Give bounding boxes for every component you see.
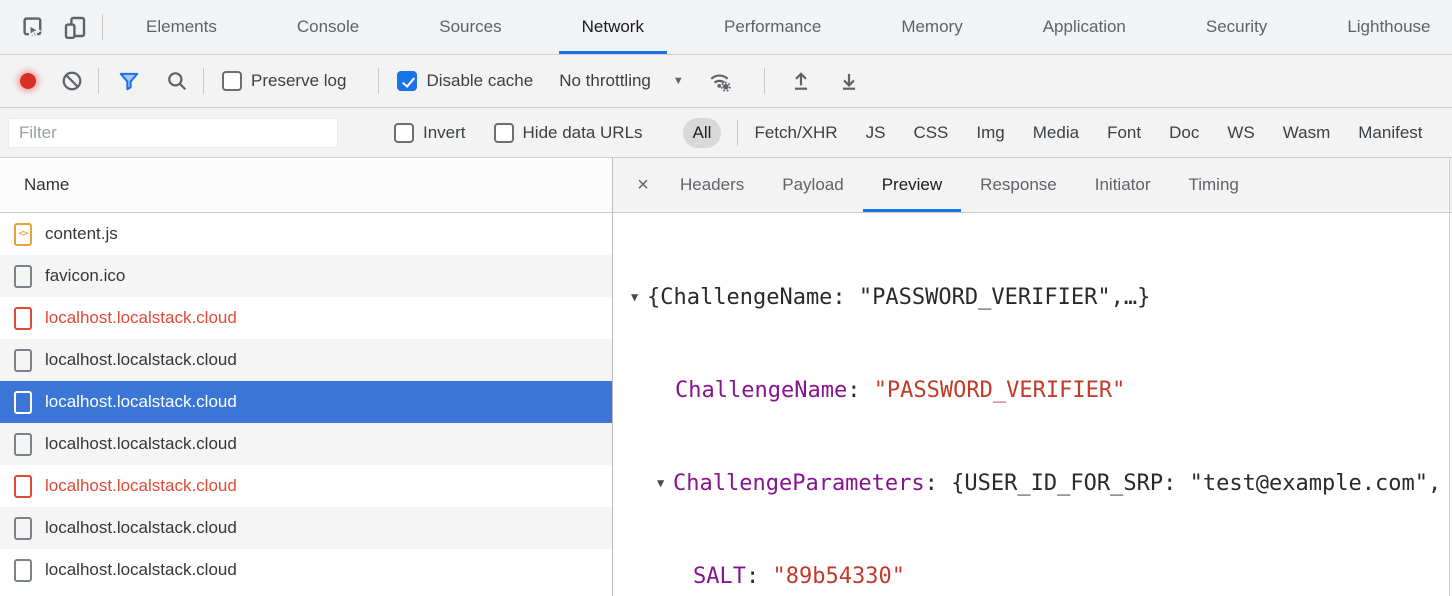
- network-conditions-icon[interactable]: [708, 69, 732, 93]
- close-icon[interactable]: ×: [625, 158, 661, 212]
- request-rows: <> content.js favicon.ico localhost.loca…: [0, 213, 612, 596]
- divider: [378, 68, 379, 94]
- device-toolbar-icon[interactable]: [62, 14, 88, 40]
- name-column-header[interactable]: Name: [0, 158, 612, 213]
- tab-initiator[interactable]: Initiator: [1076, 158, 1170, 212]
- filter-type-manifest[interactable]: Manifest: [1358, 123, 1422, 143]
- filter-type-img[interactable]: Img: [976, 123, 1004, 143]
- document-icon: [14, 433, 32, 456]
- document-icon: [14, 349, 32, 372]
- tab-elements[interactable]: Elements: [123, 0, 240, 54]
- filter-type-js[interactable]: JS: [866, 123, 886, 143]
- divider: [764, 68, 765, 94]
- disable-cache-label: Disable cache: [426, 71, 533, 91]
- filter-type-wasm[interactable]: Wasm: [1283, 123, 1331, 143]
- request-name: localhost.localstack.cloud: [45, 350, 237, 370]
- json-object-line[interactable]: ▼ChallengeParameters: {USER_ID_FOR_SRP: …: [613, 468, 1452, 499]
- json-root-line[interactable]: ▼{ChallengeName: "PASSWORD_VERIFIER",…}: [613, 282, 1452, 313]
- filter-type-font[interactable]: Font: [1107, 123, 1141, 143]
- inspect-element-icon[interactable]: [20, 14, 46, 40]
- request-name: localhost.localstack.cloud: [45, 518, 237, 538]
- document-icon: [14, 517, 32, 540]
- expand-arrow-icon[interactable]: ▼: [657, 468, 673, 499]
- divider: [203, 68, 204, 94]
- request-row[interactable]: localhost.localstack.cloud: [0, 549, 612, 591]
- invert-checkbox[interactable]: [394, 123, 414, 143]
- document-icon: [14, 307, 32, 330]
- document-icon: [14, 559, 32, 582]
- expand-arrow-icon[interactable]: ▼: [631, 282, 647, 313]
- preserve-log-checkbox[interactable]: [222, 71, 242, 91]
- network-main-area: Name <> content.js favicon.ico localhost…: [0, 158, 1452, 596]
- filter-type-doc[interactable]: Doc: [1169, 123, 1199, 143]
- request-name: localhost.localstack.cloud: [45, 434, 237, 454]
- request-name: localhost.localstack.cloud: [45, 476, 237, 496]
- tab-lighthouse[interactable]: Lighthouse: [1324, 0, 1452, 54]
- tab-response[interactable]: Response: [961, 158, 1076, 212]
- request-row-selected[interactable]: localhost.localstack.cloud: [0, 381, 612, 423]
- preview-json-tree: ▼{ChallengeName: "PASSWORD_VERIFIER",…} …: [613, 213, 1452, 596]
- filter-icon[interactable]: [117, 69, 141, 93]
- detail-tabbar: × Headers Payload Preview Response Initi…: [613, 158, 1452, 213]
- search-icon[interactable]: [165, 69, 189, 93]
- filter-type-fetch-xhr[interactable]: Fetch/XHR: [754, 123, 837, 143]
- preserve-log-label: Preserve log: [251, 71, 346, 91]
- request-row[interactable]: localhost.localstack.cloud: [0, 507, 612, 549]
- request-row[interactable]: localhost.localstack.cloud: [0, 297, 612, 339]
- request-name: localhost.localstack.cloud: [45, 308, 237, 328]
- main-tabs: Elements Console Sources Network Perform…: [123, 0, 1452, 54]
- import-har-icon[interactable]: [789, 69, 813, 93]
- devtools-tool-icons: [0, 0, 103, 54]
- request-name: localhost.localstack.cloud: [45, 392, 237, 412]
- filter-type-all[interactable]: All: [683, 118, 722, 148]
- script-file-icon: <>: [14, 223, 32, 246]
- request-row[interactable]: localhost.localstack.cloud: [0, 465, 612, 507]
- request-row[interactable]: localhost.localstack.cloud: [0, 339, 612, 381]
- devtools-window: Elements Console Sources Network Perform…: [0, 0, 1452, 596]
- filter-type-media[interactable]: Media: [1033, 123, 1079, 143]
- request-row[interactable]: favicon.ico: [0, 255, 612, 297]
- tab-performance[interactable]: Performance: [701, 0, 844, 54]
- network-toolbar: Preserve log Disable cache No throttling…: [0, 55, 1452, 108]
- document-icon: [14, 391, 32, 414]
- request-name: favicon.ico: [45, 266, 125, 286]
- filter-type-css[interactable]: CSS: [913, 123, 948, 143]
- divider: [98, 68, 99, 94]
- invert-label: Invert: [423, 123, 466, 143]
- request-row[interactable]: <> content.js: [0, 213, 612, 255]
- request-row[interactable]: localhost.localstack.cloud: [0, 423, 612, 465]
- tab-memory[interactable]: Memory: [878, 0, 985, 54]
- request-name: localhost.localstack.cloud: [45, 560, 237, 580]
- tab-timing[interactable]: Timing: [1169, 158, 1257, 212]
- tab-preview[interactable]: Preview: [863, 158, 961, 212]
- json-property-line: SALT: "89b54330": [613, 561, 1452, 592]
- request-detail-panel: × Headers Payload Preview Response Initi…: [613, 158, 1452, 596]
- tab-security[interactable]: Security: [1183, 0, 1290, 54]
- tab-headers[interactable]: Headers: [661, 158, 763, 212]
- throttling-select[interactable]: No throttling: [559, 71, 651, 91]
- chevron-down-icon[interactable]: ▼: [673, 75, 684, 87]
- tab-network[interactable]: Network: [559, 0, 667, 54]
- filter-type-ws[interactable]: WS: [1227, 123, 1254, 143]
- disable-cache-checkbox[interactable]: [397, 71, 417, 91]
- record-button[interactable]: [20, 73, 36, 89]
- divider: [737, 120, 738, 146]
- export-har-icon[interactable]: [837, 69, 861, 93]
- tab-payload[interactable]: Payload: [763, 158, 862, 212]
- document-icon: [14, 475, 32, 498]
- hide-data-urls-label: Hide data URLs: [523, 123, 643, 143]
- tab-sources[interactable]: Sources: [416, 0, 524, 54]
- request-list-panel: Name <> content.js favicon.ico localhost…: [0, 158, 613, 596]
- tab-console[interactable]: Console: [274, 0, 382, 54]
- document-icon: [14, 265, 32, 288]
- hide-data-urls-checkbox[interactable]: [494, 123, 514, 143]
- tab-application[interactable]: Application: [1020, 0, 1149, 54]
- clear-icon[interactable]: [60, 69, 84, 93]
- filter-input[interactable]: [8, 118, 338, 148]
- json-property-line: ChallengeName: "PASSWORD_VERIFIER": [613, 375, 1452, 406]
- request-name: content.js: [45, 224, 118, 244]
- filter-bar: Invert Hide data URLs All Fetch/XHR JS C…: [0, 108, 1452, 158]
- main-tabbar: Elements Console Sources Network Perform…: [0, 0, 1452, 55]
- divider: [102, 14, 103, 40]
